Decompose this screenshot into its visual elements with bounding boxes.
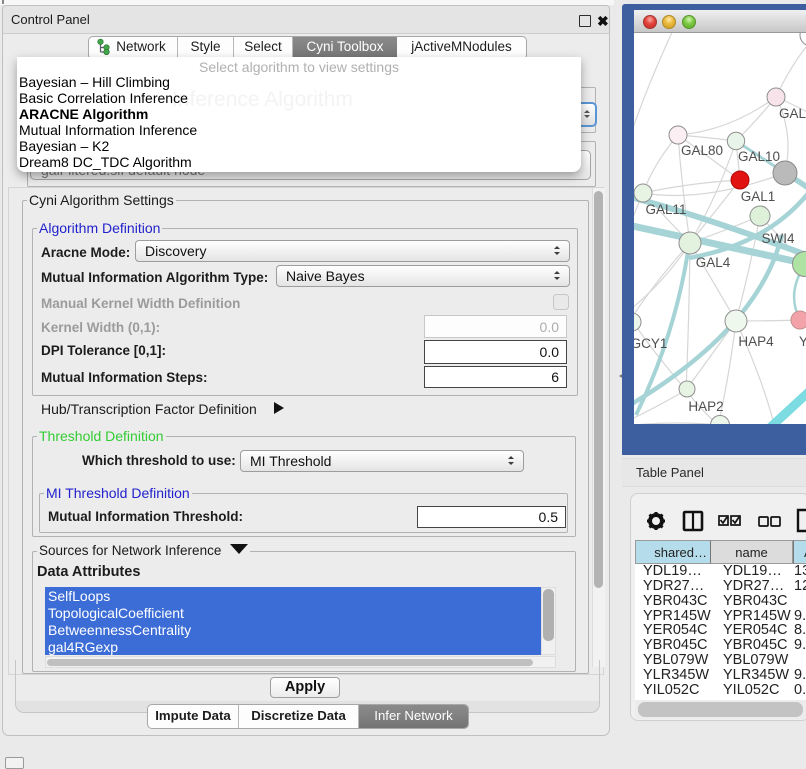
- svg-text:GAL8: GAL8: [779, 106, 806, 121]
- svg-text:GCY1: GCY1: [634, 336, 667, 351]
- svg-text:GAL4: GAL4: [696, 255, 731, 270]
- svg-text:GAL80: GAL80: [681, 143, 723, 158]
- svg-text:HAP2: HAP2: [688, 399, 723, 414]
- svg-text:HAP4: HAP4: [738, 334, 774, 349]
- svg-text:GAL10: GAL10: [738, 149, 780, 164]
- svg-text:GAL1: GAL1: [741, 189, 776, 204]
- svg-text:Y: Y: [799, 334, 806, 349]
- svg-text:GAL11: GAL11: [645, 202, 686, 217]
- svg-text:SWI4: SWI4: [761, 231, 794, 246]
